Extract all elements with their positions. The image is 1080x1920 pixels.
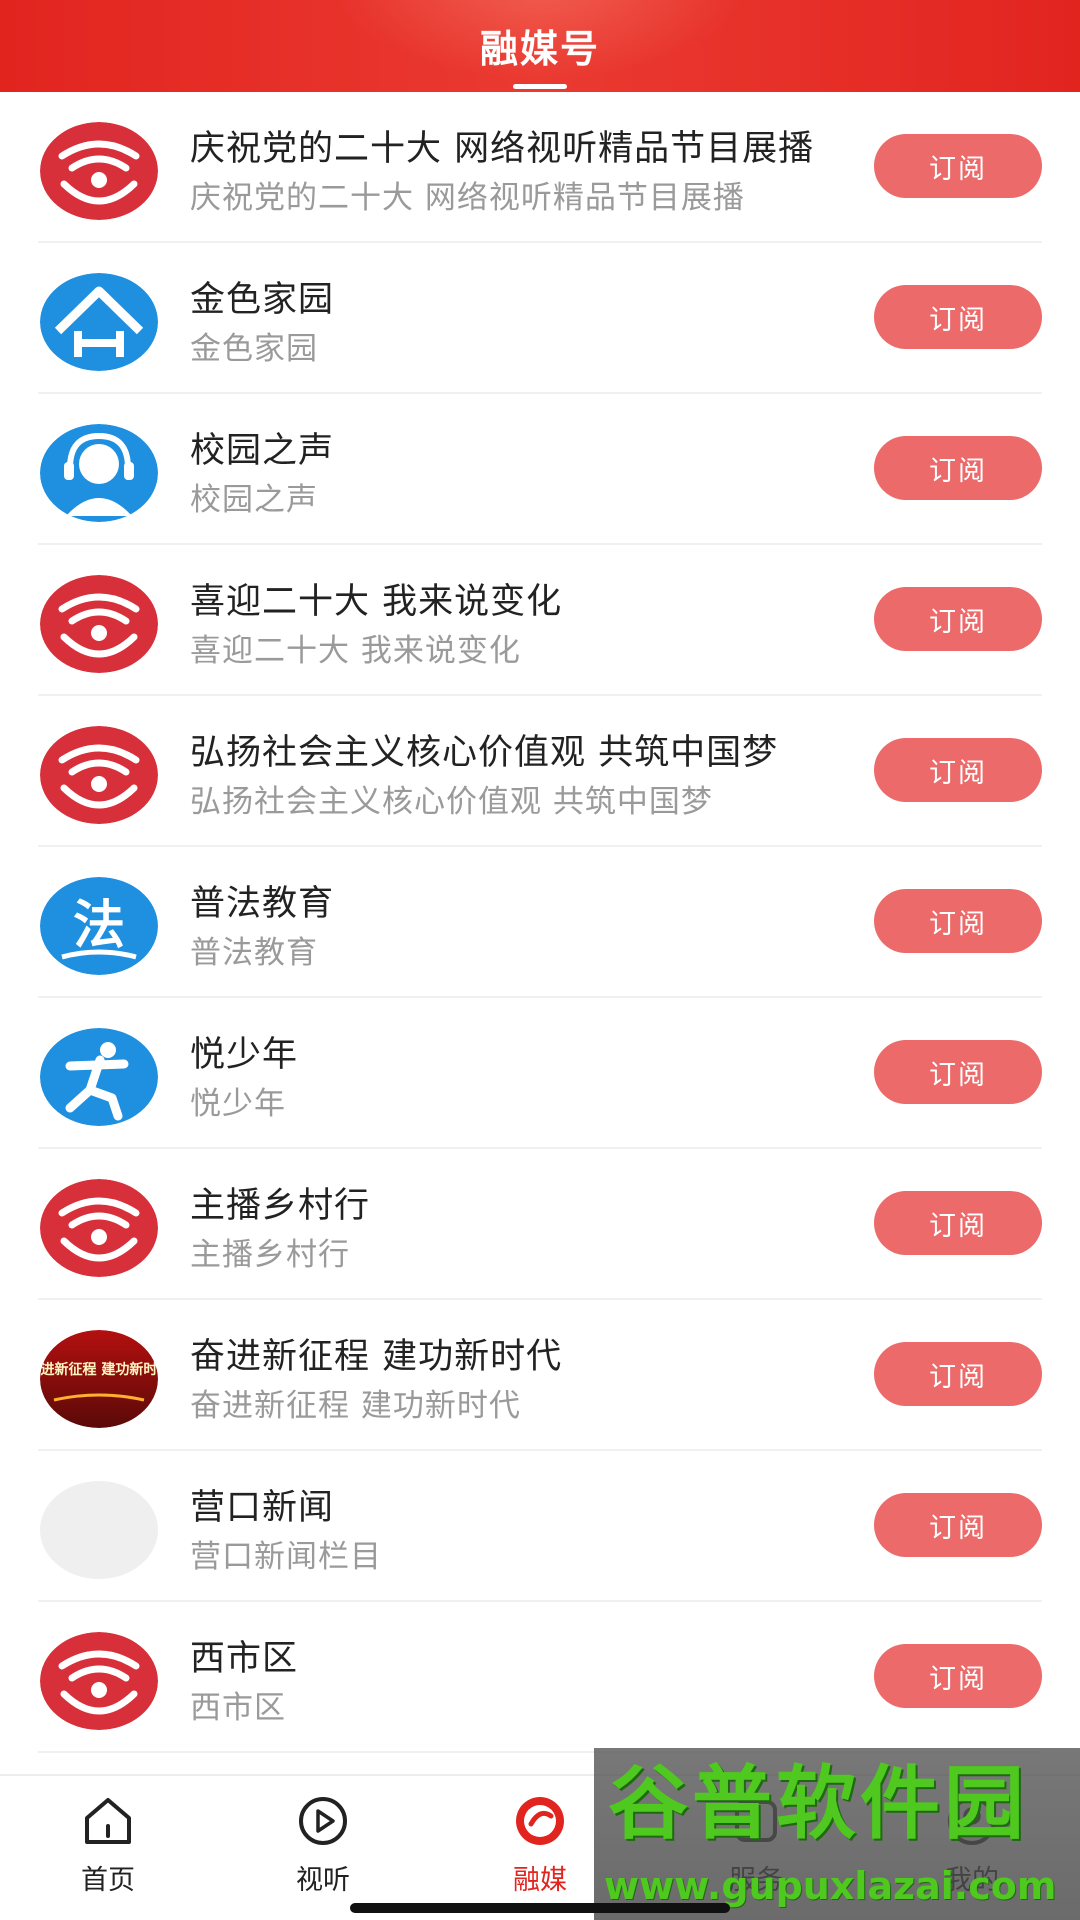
account-list: 庆祝党的二十大 网络视听精品节目展播 庆祝党的二十大 网络视听精品节目展播 订阅…	[0, 92, 1080, 1753]
account-subtitle: 庆祝党的二十大 网络视听精品节目展播	[190, 180, 745, 216]
subscribe-button[interactable]: 订阅	[874, 889, 1042, 953]
account-title: 西市区	[190, 1639, 299, 1679]
account-subtitle: 普法教育	[190, 935, 318, 971]
account-title: 悦少年	[190, 1035, 299, 1075]
list-item[interactable]: 喜迎二十大 我来说变化 喜迎二十大 我来说变化 订阅	[38, 545, 1042, 696]
list-item[interactable]: 悦少年 悦少年 订阅	[38, 998, 1042, 1149]
tab-label: 首页	[81, 1865, 135, 1896]
media-icon	[516, 1797, 564, 1845]
home-icon	[85, 1798, 131, 1844]
subscribe-button[interactable]: 订阅	[874, 436, 1042, 500]
svg-text:法: 法	[73, 896, 125, 956]
list-item[interactable]: 奋进新征程 建功新时代 奋进新征程 建功新时代 奋进新征程 建功新时代 订阅	[38, 1300, 1042, 1451]
tab-media[interactable]: 融媒	[470, 1792, 610, 1902]
account-subtitle: 弘扬社会主义核心价值观 共筑中国梦	[190, 784, 713, 820]
account-subtitle: 西市区	[190, 1690, 286, 1726]
account-subtitle: 金色家园	[190, 331, 318, 367]
tab-label: 视听	[296, 1865, 350, 1896]
list-item[interactable]: 弘扬社会主义核心价值观 共筑中国梦 弘扬社会主义核心价值观 共筑中国梦 订阅	[38, 696, 1042, 847]
app-header: 融媒号	[0, 0, 1080, 92]
banner-image: 奋进新征程 建功新时代	[40, 1330, 158, 1428]
subscribe-button[interactable]: 订阅	[874, 1493, 1042, 1557]
list-item[interactable]: 校园之声 校园之声 订阅	[38, 394, 1042, 545]
tab-audiovisual[interactable]: 视听	[253, 1792, 393, 1902]
tab-home[interactable]: 首页	[38, 1792, 178, 1902]
list-item[interactable]: 西市区 西市区 订阅	[38, 1602, 1042, 1753]
subscribe-button[interactable]: 订阅	[874, 285, 1042, 349]
house-logo-icon	[40, 273, 158, 371]
placeholder-avatar	[40, 1481, 158, 1579]
radio-logo-icon	[40, 726, 158, 824]
page-title: 融媒号	[479, 27, 600, 71]
radio-logo-icon	[40, 1632, 158, 1730]
account-title: 庆祝党的二十大 网络视听精品节目展播	[190, 129, 815, 169]
law-logo-icon: 法	[40, 877, 158, 975]
subscribe-button[interactable]: 订阅	[874, 1191, 1042, 1255]
svg-text:奋进新征程 建功新时代: 奋进新征程 建功新时代	[40, 1361, 158, 1378]
subscribe-button[interactable]: 订阅	[874, 587, 1042, 651]
account-title: 校园之声	[190, 431, 335, 471]
account-title: 金色家园	[190, 280, 335, 320]
subscribe-button[interactable]: 订阅	[874, 1342, 1042, 1406]
subscribe-button[interactable]: 订阅	[874, 1040, 1042, 1104]
account-title: 弘扬社会主义核心价值观 共筑中国梦	[190, 733, 779, 773]
subscribe-button[interactable]: 订阅	[874, 134, 1042, 198]
list-item[interactable]: 主播乡村行 主播乡村行 订阅	[38, 1149, 1042, 1300]
site-watermark: 谷普软件园 www.gupuxlazai.com	[594, 1748, 1080, 1920]
account-subtitle: 悦少年	[190, 1086, 286, 1122]
account-subtitle: 喜迎二十大 我来说变化	[190, 633, 521, 669]
tab-label: 融媒	[513, 1865, 567, 1896]
subscribe-button[interactable]: 订阅	[874, 1644, 1042, 1708]
home-indicator	[350, 1903, 730, 1913]
account-title: 奋进新征程 建功新时代	[190, 1337, 563, 1377]
list-item[interactable]: 庆祝党的二十大 网络视听精品节目展播 庆祝党的二十大 网络视听精品节目展播 订阅	[38, 92, 1042, 243]
account-subtitle: 奋进新征程 建功新时代	[190, 1388, 521, 1424]
account-title: 喜迎二十大 我来说变化	[190, 582, 563, 622]
account-subtitle: 校园之声	[190, 482, 318, 518]
radio-logo-icon	[40, 122, 158, 220]
watermark-brand: 谷普软件园	[608, 1757, 1028, 1850]
radio-logo-icon	[40, 575, 158, 673]
account-title: 营口新闻	[190, 1488, 335, 1528]
account-subtitle: 主播乡村行	[190, 1237, 350, 1273]
title-indicator	[513, 84, 567, 89]
running-figure-icon	[40, 1028, 158, 1126]
radio-logo-icon	[40, 1179, 158, 1277]
account-title: 主播乡村行	[190, 1186, 371, 1226]
account-subtitle: 营口新闻栏目	[190, 1539, 382, 1575]
subscribe-button[interactable]: 订阅	[874, 738, 1042, 802]
list-item[interactable]: 金色家园 金色家园 订阅	[38, 243, 1042, 394]
account-title: 普法教育	[190, 884, 335, 924]
list-item[interactable]: 营口新闻 营口新闻栏目 订阅	[38, 1451, 1042, 1602]
list-item[interactable]: 法 普法教育 普法教育 订阅	[38, 847, 1042, 998]
play-icon	[299, 1797, 347, 1845]
headset-person-icon	[40, 424, 158, 522]
